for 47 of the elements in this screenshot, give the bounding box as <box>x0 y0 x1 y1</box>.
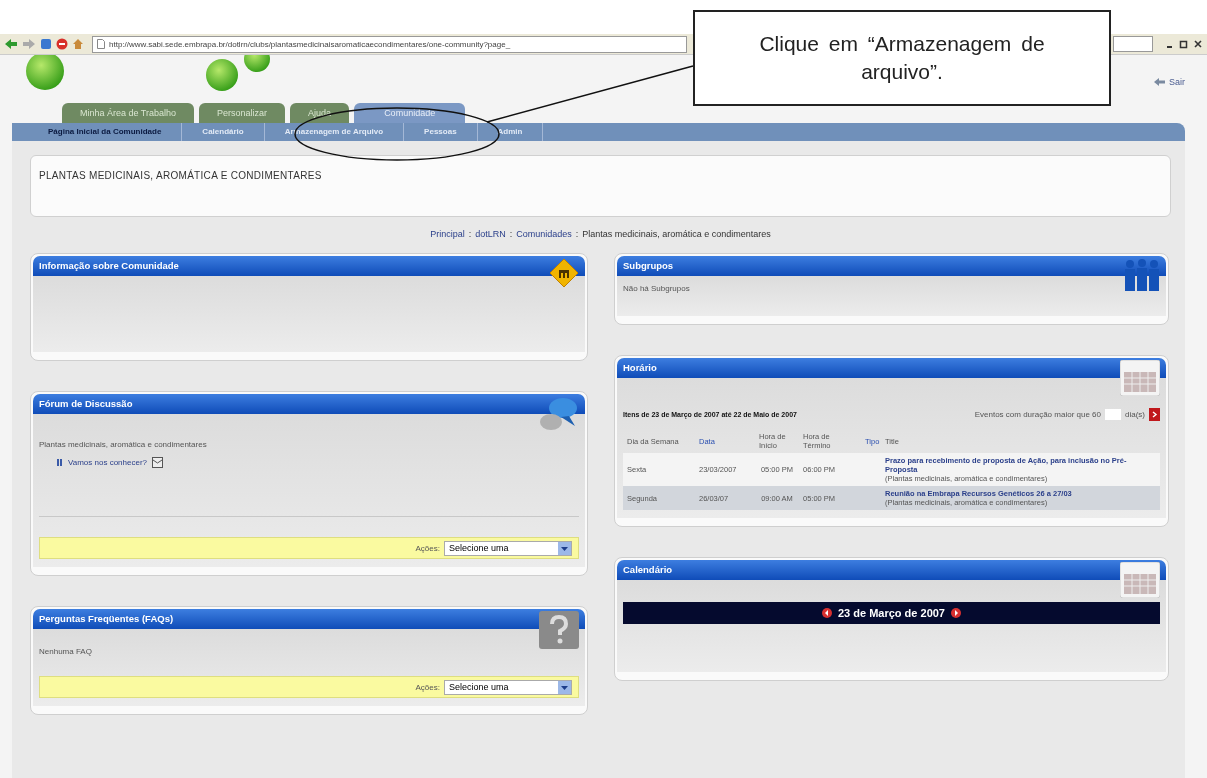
actions-label: Ações: <box>415 543 440 553</box>
forum-name: Plantas medicinais, aromática e condimentares <box>39 440 208 449</box>
days-field[interactable] <box>1105 409 1121 420</box>
maximize-icon[interactable] <box>1179 39 1189 49</box>
previous-icon[interactable] <box>822 608 832 618</box>
filter-unit: dia(s) <box>1125 410 1145 419</box>
portlet-title: Fórum de Discussão <box>39 398 133 409</box>
filter-label: Eventos com duração maior que 60 <box>974 410 1101 419</box>
community-title: PLANTAS MEDICINAIS, AROMÁTICA E CONDIMENTARES <box>39 170 322 181</box>
breadcrumb-separator: : <box>509 229 513 239</box>
breadcrumb-item: Plantas medicinais, aromática e condimentares <box>582 229 771 239</box>
breadcrumb-item[interactable]: Principal <box>430 229 465 239</box>
bullet-icon <box>57 459 63 466</box>
breadcrumb-separator: : <box>468 229 472 239</box>
refresh-icon[interactable] <box>40 38 52 50</box>
breadcrumb-separator: : <box>575 229 579 239</box>
portlet-title: Subgrupos <box>623 260 674 271</box>
actions-dropdown[interactable]: Selecione uma <box>444 540 572 556</box>
callout-text: Clique em “Armazenagem de arquivo”. <box>758 30 1046 85</box>
calendar-icon <box>1120 360 1160 396</box>
actions-dropdown[interactable]: Selecione uma <box>444 679 572 695</box>
search-field[interactable] <box>1113 36 1153 52</box>
calendar-date: 23 de Março de 2007 <box>838 607 945 619</box>
back-icon[interactable] <box>4 38 18 50</box>
chat-bubbles-icon <box>539 396 579 432</box>
empty-message: Não há Subgrupos <box>623 284 691 293</box>
actions-label: Ações: <box>415 682 440 692</box>
portlet-title: Perguntas Freqüentes (FAQs) <box>39 613 174 624</box>
stop-icon[interactable] <box>56 38 68 50</box>
empty-message: Nenhuma FAQ <box>39 647 93 656</box>
envelope-icon[interactable] <box>152 457 163 468</box>
page-icon <box>97 39 105 49</box>
go-icon[interactable] <box>1149 408 1160 421</box>
breadcrumb-item[interactable]: dotLRN <box>475 229 506 239</box>
help-icon <box>539 611 579 649</box>
group-icon <box>1124 258 1160 292</box>
exit-icon <box>1154 77 1166 87</box>
portlet-title: Informação sobre Comunidade <box>39 260 179 271</box>
breadcrumb-item[interactable]: Comunidades <box>516 229 572 239</box>
logout-link[interactable]: Sair <box>1154 77 1185 87</box>
calendar-icon <box>1120 562 1160 598</box>
portlet-title: Horário <box>623 362 657 373</box>
next-icon[interactable] <box>951 608 961 618</box>
address-field[interactable]: http://www.sabi.sede.embrapa.br/dotlrn/clubs/plantasmedicinaisaromaticaecondimentares/one-community?page_ <box>92 35 687 53</box>
thread-link[interactable]: Vamos nos conhecer? <box>68 458 147 467</box>
portlet-title: Calendário <box>623 564 673 575</box>
close-icon[interactable] <box>1193 39 1203 49</box>
